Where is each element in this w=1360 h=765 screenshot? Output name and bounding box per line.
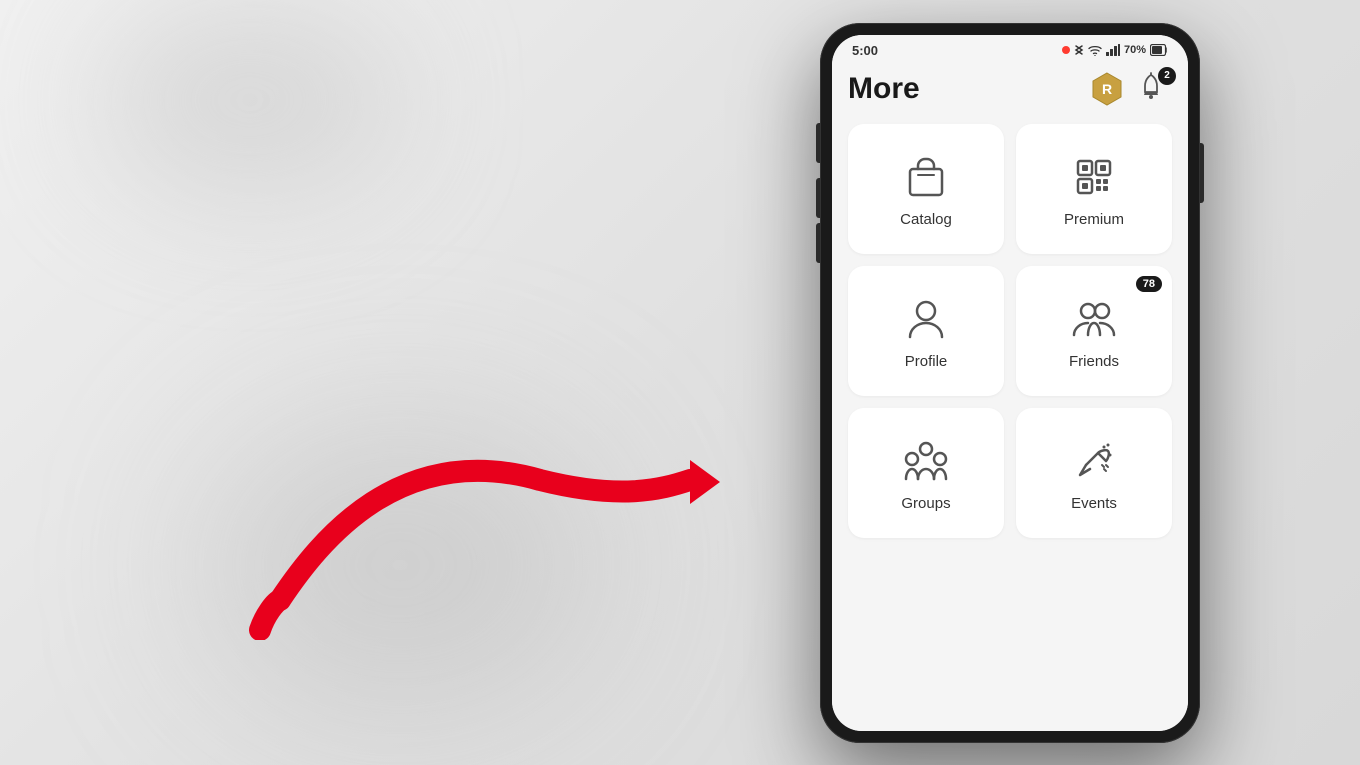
menu-item-profile[interactable]: Profile xyxy=(848,266,1004,396)
friends-badge: 78 xyxy=(1136,276,1162,292)
events-icon xyxy=(1070,437,1118,485)
person-icon xyxy=(902,295,950,343)
notification-bell-wrapper[interactable]: 2 xyxy=(1136,71,1172,107)
bg-blur-1 xyxy=(100,0,400,200)
menu-item-catalog[interactable]: Catalog xyxy=(848,124,1004,254)
groups-label: Groups xyxy=(901,495,950,512)
app-header: More R xyxy=(848,62,1172,124)
status-icons: 70% xyxy=(1062,43,1168,57)
battery-level: 70% xyxy=(1124,44,1146,56)
page-title: More xyxy=(848,72,920,106)
bluetooth-icon xyxy=(1074,43,1084,57)
signal-icon xyxy=(1106,44,1120,56)
bg-blur-2 xyxy=(200,415,600,715)
catalog-label: Catalog xyxy=(900,211,952,228)
friends-label: Friends xyxy=(1069,353,1119,370)
shopping-bag-icon xyxy=(902,153,950,201)
events-label: Events xyxy=(1071,495,1117,512)
recording-dot xyxy=(1062,46,1070,54)
profile-label: Profile xyxy=(905,353,948,370)
menu-item-groups[interactable]: Groups xyxy=(848,408,1004,538)
premium-icon xyxy=(1070,153,1118,201)
menu-grid: Catalog xyxy=(848,124,1172,538)
notification-badge: 2 xyxy=(1158,67,1176,85)
battery-icon xyxy=(1150,44,1168,56)
status-time: 5:00 xyxy=(852,43,878,58)
menu-item-premium[interactable]: Premium xyxy=(1016,124,1172,254)
menu-item-friends[interactable]: 78 Friends xyxy=(1016,266,1172,396)
phone-screen: 5:00 xyxy=(832,35,1188,731)
app-content: More R xyxy=(832,62,1188,731)
premium-label: Premium xyxy=(1064,211,1124,228)
phone-container: 5:00 xyxy=(660,0,1360,765)
wifi-icon xyxy=(1088,44,1102,56)
friends-icon xyxy=(1070,295,1118,343)
status-bar: 5:00 xyxy=(832,35,1188,62)
header-icons: R 2 xyxy=(1088,70,1172,108)
menu-item-events[interactable]: Events xyxy=(1016,408,1172,538)
svg-text:R: R xyxy=(1102,81,1112,97)
robux-hex-svg: R xyxy=(1089,71,1125,107)
robux-icon[interactable]: R xyxy=(1088,70,1126,108)
phone-frame: 5:00 xyxy=(820,23,1200,743)
groups-icon xyxy=(902,437,950,485)
